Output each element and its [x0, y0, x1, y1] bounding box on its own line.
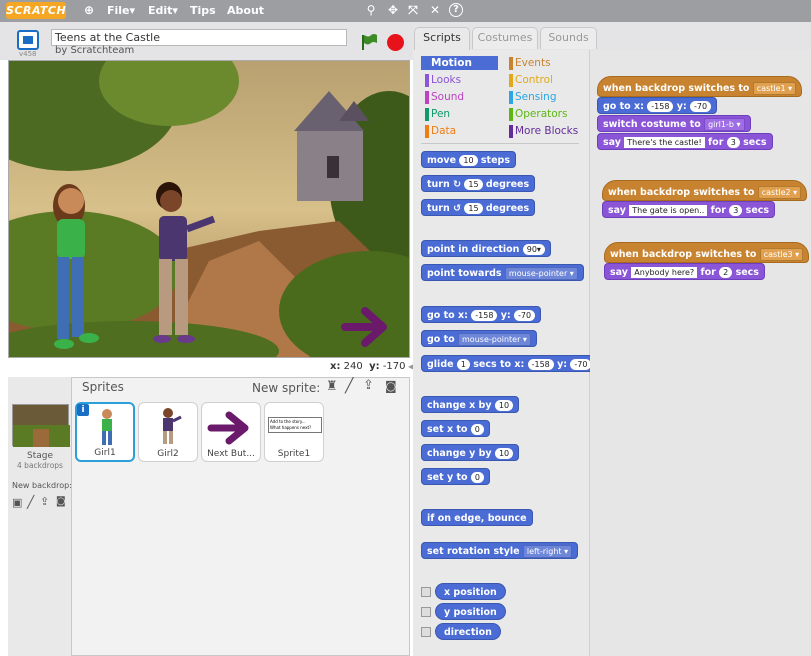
camera-backdrop-icon[interactable]: ◙: [56, 496, 66, 507]
block-change-x[interactable]: change x by 10: [421, 396, 520, 413]
block-set-rotation-style[interactable]: set rotation style left-right ▾: [421, 542, 579, 559]
sprite-name: Girl2: [157, 449, 179, 459]
turn-left-icon: ↺: [453, 203, 462, 214]
sprite-tile-girl2[interactable]: Girl2: [138, 402, 198, 462]
block-turn-right[interactable]: turn ↻ 15 degrees: [421, 175, 536, 192]
block-change-y[interactable]: change y by 10: [421, 444, 520, 461]
file-menu[interactable]: File▾: [107, 4, 135, 17]
block-point-towards[interactable]: point towards mouse-pointer ▾: [421, 264, 584, 281]
checkbox-direction[interactable]: [421, 627, 431, 637]
hat-when-backdrop-switches[interactable]: when backdrop switches to castle2 ▾: [602, 180, 808, 201]
category-looks[interactable]: Looks: [425, 74, 461, 87]
block-say-for-secs[interactable]: say Anybody here? for 2 secs: [604, 263, 765, 280]
block-point-in-direction[interactable]: point in direction 90▾: [421, 240, 551, 257]
sprite-tile-sprite1[interactable]: Add to the story... What happens next? S…: [264, 402, 324, 462]
hat-when-backdrop-switches[interactable]: when backdrop switches to castle1 ▾: [597, 76, 803, 97]
about-menu[interactable]: About: [227, 4, 264, 17]
stamp-icon[interactable]: ⚲: [364, 3, 378, 17]
reporter-x-position[interactable]: x position: [435, 583, 506, 600]
tab-sounds[interactable]: Sounds: [540, 27, 597, 49]
help-icon[interactable]: ?: [449, 3, 463, 17]
block-set-y[interactable]: set y to 0: [421, 468, 490, 485]
upload-backdrop-icon[interactable]: ⇪: [40, 495, 49, 508]
category-events[interactable]: Events: [509, 57, 551, 70]
stop-icon[interactable]: [387, 34, 404, 51]
new-backdrop-label: New backdrop:: [12, 481, 72, 490]
reporter-y-position[interactable]: y position: [435, 603, 506, 620]
block-say-for-secs[interactable]: say There's the castle! for 3 secs: [597, 133, 773, 150]
camera-sprite-icon[interactable]: ◙: [385, 379, 397, 393]
reporter-direction[interactable]: direction: [435, 623, 501, 640]
stage[interactable]: [8, 60, 410, 358]
category-operators[interactable]: Operators: [509, 108, 567, 121]
category-more-blocks[interactable]: More Blocks: [509, 125, 578, 138]
checkbox-x-position[interactable]: [421, 587, 431, 597]
edit-menu[interactable]: Edit▾: [148, 4, 178, 17]
sprite-tile-next-button[interactable]: Next But...: [201, 402, 261, 462]
sprite-preview-text: Add to the story... What happens next?: [268, 417, 322, 433]
version-label: v458: [19, 50, 37, 58]
block-go-to[interactable]: go to mouse-pointer ▾: [421, 330, 537, 347]
tips-menu[interactable]: Tips: [190, 4, 216, 17]
globe-icon[interactable]: ⊕: [82, 3, 96, 17]
paint-backdrop-icon[interactable]: ╱: [27, 495, 34, 509]
info-icon[interactable]: i: [77, 404, 89, 416]
category-sensing[interactable]: Sensing: [509, 91, 557, 104]
stage-label: Stage: [26, 451, 53, 461]
category-pen[interactable]: Pen: [425, 108, 450, 121]
fullscreen-icon[interactable]: [17, 30, 39, 50]
choose-sprite-icon[interactable]: ♜: [326, 379, 338, 394]
sprite-name: Next But...: [207, 449, 255, 459]
block-glide[interactable]: glide 1 secs to x: -158 y: -70: [421, 355, 598, 372]
sprite-tile-girl1[interactable]: i Girl1: [75, 402, 135, 462]
project-title-input[interactable]: Teens at the Castle: [51, 29, 347, 46]
green-flag-icon[interactable]: [360, 33, 378, 51]
block-if-on-edge-bounce[interactable]: if on edge, bounce: [421, 509, 533, 526]
block-go-to-xy[interactable]: go to x: -158 y: -70: [421, 306, 542, 323]
block-switch-costume[interactable]: switch costume to girl1-b ▾: [597, 115, 751, 132]
shrink-icon[interactable]: ✕: [428, 3, 442, 17]
menu-bar: SCRATCH ⊕ File▾ Edit▾ Tips About ⚲ ✥ ⤧ ✕…: [0, 0, 811, 22]
tab-scripts[interactable]: Scripts: [414, 27, 470, 51]
tab-costumes[interactable]: Costumes: [472, 27, 538, 49]
next-arrow-sprite[interactable]: [341, 307, 395, 347]
stage-thumbnail[interactable]: [12, 404, 70, 447]
block-set-x[interactable]: set x to 0: [421, 420, 490, 437]
upload-sprite-icon[interactable]: ⇪: [363, 378, 374, 393]
grow-icon[interactable]: ⤧: [406, 3, 420, 17]
sprite-name: Girl1: [94, 448, 116, 458]
checkbox-y-position[interactable]: [421, 607, 431, 617]
turn-right-icon: ↻: [453, 179, 462, 190]
cut-icon[interactable]: ✥: [386, 3, 400, 17]
category-divider: [421, 143, 579, 144]
category-sound[interactable]: Sound: [425, 91, 464, 104]
new-sprite-label: New sprite:: [252, 381, 321, 395]
paint-sprite-icon[interactable]: ╱: [345, 378, 353, 394]
mouse-coords: x: 240 y: -170: [330, 361, 406, 372]
scratch-logo[interactable]: SCRATCH: [6, 2, 66, 19]
sprites-title: Sprites: [82, 380, 124, 394]
project-author: by Scratchteam: [55, 45, 135, 56]
stage-backdrop-count: 4 backdrops: [17, 461, 63, 470]
category-data[interactable]: Data: [425, 125, 456, 138]
block-move-steps[interactable]: move 10 steps: [421, 151, 516, 168]
hat-when-backdrop-switches[interactable]: when backdrop switches to castle3 ▾: [604, 242, 810, 263]
block-palette: [413, 50, 590, 656]
block-turn-left[interactable]: turn ↺ 15 degrees: [421, 199, 536, 216]
category-motion[interactable]: Motion: [431, 57, 472, 70]
block-say-for-secs[interactable]: say The gate is open.. for 3 secs: [602, 201, 776, 218]
category-control[interactable]: Control: [509, 74, 553, 87]
block-go-to-xy[interactable]: go to x: -158 y: -70: [597, 97, 718, 114]
choose-backdrop-icon[interactable]: ▣: [12, 496, 22, 509]
sprite-name: Sprite1: [277, 449, 311, 459]
